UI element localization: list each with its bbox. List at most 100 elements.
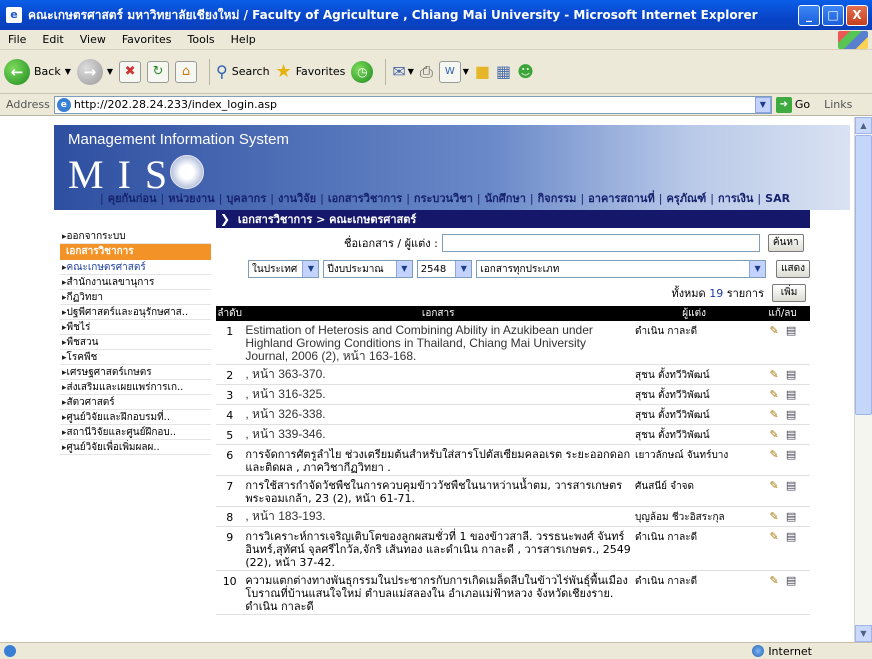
delete-icon[interactable]: ▤ [785,448,798,461]
show-button[interactable]: แสดง [776,260,810,278]
row-document[interactable]: , หน้า 363-370. [243,364,634,385]
sidebar-item[interactable]: ปฐพีศาสตร์และอนุรักษศาส.. [60,305,211,320]
go-button[interactable]: Go [795,98,810,111]
nav-link[interactable]: กระบวนวิชา [412,192,475,205]
address-url[interactable]: http://202.28.24.233/index_login.asp [74,98,277,111]
sidebar-item[interactable]: ออกจากระบบ [60,229,211,244]
edit-page-button[interactable]: W ▼ [438,60,469,83]
menu-favorites[interactable]: Favorites [114,33,180,46]
back-button[interactable]: ← Back ▼ [4,58,71,85]
search-submit-button[interactable]: ค้นหา [767,234,804,252]
row-document[interactable]: การวิเคราะห์การเจริญเติบโตของลูกผสมชั่วท… [243,526,634,571]
row-document[interactable]: การจัดการศัตรูลำไย ช่วงเตรียมต้นสำหรับใส… [243,444,634,476]
scope-select[interactable]: ในประเทศ ▼ [248,260,320,278]
delete-icon[interactable]: ▤ [785,324,798,337]
sidebar-item[interactable]: ศูนย์วิจัยและฝึกอบรมที่.. [60,410,211,425]
nav-link[interactable]: กิจกรรม [536,192,579,205]
vertical-scrollbar[interactable]: ▲ ▼ [854,117,872,642]
menu-edit[interactable]: Edit [34,33,71,46]
row-document[interactable]: ความแตกต่างทางพันธุกรรมในประชากรกับการเก… [243,570,634,615]
row-document[interactable]: , หน้า 326-338. [243,404,634,425]
print-button[interactable]: ⎙ [420,62,433,82]
doc-type-select[interactable]: เอกสารทุกประเภท ▼ [476,260,767,278]
sidebar-item[interactable]: โรคพืช [60,350,211,365]
mail-button[interactable]: ✉ ▼ [392,62,414,81]
nav-link[interactable]: อาคารสถานที่ [586,192,657,205]
scroll-thumb[interactable] [855,135,872,415]
nav-link[interactable]: บุคลากร [224,192,268,205]
mail-dropdown-icon[interactable]: ▼ [408,67,414,76]
edit-dropdown-icon[interactable]: ▼ [463,67,469,76]
nav-link[interactable]: SAR [763,192,792,205]
nav-link[interactable]: การเงิน [716,192,755,205]
forward-button[interactable]: → ▼ [76,58,113,85]
scroll-down-icon[interactable]: ▼ [855,625,872,642]
history-button[interactable]: ◷ [351,60,374,83]
sidebar-item[interactable]: กีฏวิทยา [60,290,211,305]
row-document[interactable]: , หน้า 183-193. [243,506,634,527]
delete-icon[interactable]: ▤ [785,368,798,381]
row-document[interactable]: การใช้สารกำจัดวัชพืชในการควบคุมข้าววัชพื… [243,475,634,507]
edit-icon[interactable]: ✎ [768,530,781,543]
row-document[interactable]: Estimation of Heterosis and Combining Ab… [243,321,634,365]
delete-icon[interactable]: ▤ [785,479,798,492]
close-button[interactable]: X [846,4,868,26]
row-document[interactable]: , หน้า 316-325. [243,384,634,405]
nav-link[interactable]: คุยกันก่อน [106,192,159,205]
messenger-button[interactable]: ☻ [517,62,534,81]
nav-link[interactable]: เอกสารวิชาการ [326,192,404,205]
menu-tools[interactable]: Tools [180,33,223,46]
minimize-button[interactable]: _ [798,4,820,26]
favorites-button[interactable]: ★ Favorites [276,61,346,82]
back-dropdown-icon[interactable]: ▼ [65,67,71,76]
row-document[interactable]: , หน้า 339-346. [243,424,634,445]
edit-icon[interactable]: ✎ [768,388,781,401]
edit-icon[interactable]: ✎ [768,574,781,587]
forward-dropdown-icon[interactable]: ▼ [107,67,113,76]
folder-button[interactable]: ■ [475,62,490,81]
nav-link[interactable]: หน่วยงาน [166,192,216,205]
sidebar-item[interactable]: พืชสวน [60,335,211,350]
menu-file[interactable]: File [0,33,34,46]
scroll-up-icon[interactable]: ▲ [855,117,872,134]
address-dropdown-icon[interactable]: ▼ [754,96,771,113]
research-button[interactable]: ▦ [496,62,511,81]
sidebar-item[interactable]: พืชไร่ [60,320,211,335]
address-input[interactable]: e http://202.28.24.233/index_login.asp ▼ [53,95,772,114]
add-button[interactable]: เพิ่ม [772,284,806,302]
nav-link[interactable]: นักศึกษา [483,192,528,205]
sidebar-item[interactable]: สัตวศาสตร์ [60,395,211,410]
delete-icon[interactable]: ▤ [785,428,798,441]
nav-link[interactable]: ครุภัณฑ์ [664,192,708,205]
refresh-button[interactable]: ↻ [147,60,170,83]
edit-icon[interactable]: ✎ [768,428,781,441]
maximize-button[interactable]: □ [822,4,844,26]
search-button[interactable]: ⚲ Search [216,62,270,81]
edit-icon[interactable]: ✎ [768,448,781,461]
stop-button[interactable]: ✖ [119,60,142,83]
year-select[interactable]: 2548 ▼ [416,260,473,278]
edit-icon[interactable]: ✎ [768,324,781,337]
delete-icon[interactable]: ▤ [785,510,798,523]
edit-icon[interactable]: ✎ [768,408,781,421]
sidebar-item[interactable]: ส่งเสริมและเผยแพร่การเก.. [60,380,211,395]
sidebar-item[interactable]: สถานีวิจัยและศูนย์ฝึกอบ.. [60,425,211,440]
edit-icon[interactable]: ✎ [768,368,781,381]
menu-view[interactable]: View [72,33,114,46]
menu-help[interactable]: Help [223,33,264,46]
sidebar-item[interactable]: เศรษฐศาสตร์เกษตร [60,365,211,380]
sidebar-item[interactable]: ศูนย์วิจัยเพื่อเพิ่มผลผ.. [60,440,211,455]
edit-icon[interactable]: ✎ [768,510,781,523]
year-type-select[interactable]: ปีงบประมาณ ▼ [323,260,413,278]
sidebar-item[interactable]: สำนักงานเลขานุการ [60,275,211,290]
nav-link[interactable]: งานวิจัย [276,192,318,205]
delete-icon[interactable]: ▤ [785,408,798,421]
search-input[interactable] [441,234,760,252]
delete-icon[interactable]: ▤ [785,574,798,587]
edit-icon[interactable]: ✎ [768,479,781,492]
sidebar-item[interactable]: คณะเกษตรศาสตร์ [60,260,211,275]
delete-icon[interactable]: ▤ [785,530,798,543]
home-button[interactable]: ⌂ [175,60,198,83]
delete-icon[interactable]: ▤ [785,388,798,401]
go-arrow-icon[interactable]: ➜ [775,96,792,113]
